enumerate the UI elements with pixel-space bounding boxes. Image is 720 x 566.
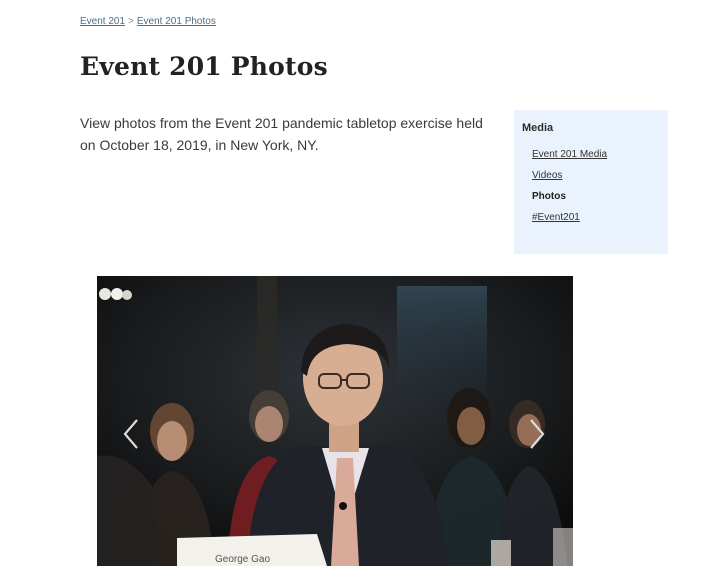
breadcrumb: Event 201 > Event 201 Photos [80, 16, 216, 27]
media-sidebar-list: Event 201 Media Videos Photos #Event201 [522, 144, 660, 228]
nameplate-text: George Gao [215, 554, 270, 565]
carousel-next-button[interactable] [525, 416, 549, 452]
media-link-event201-hashtag[interactable]: #Event201 [532, 212, 580, 223]
media-link-event-201-media[interactable]: Event 201 Media [532, 149, 607, 160]
photo-carousel[interactable]: George Gao [97, 276, 573, 566]
media-link-photos[interactable]: Photos [532, 191, 566, 202]
media-sidebar-item: Videos [532, 165, 660, 186]
media-link-videos[interactable]: Videos [532, 170, 562, 181]
media-sidebar-title: Media [522, 122, 554, 134]
media-sidebar-item: #Event201 [532, 207, 660, 228]
media-sidebar-item: Photos [532, 186, 660, 207]
breadcrumb-separator: > [128, 16, 134, 27]
chevron-right-icon [530, 419, 545, 449]
media-sidebar: Media Event 201 Media Videos Photos #Eve… [514, 110, 668, 254]
intro-text: View photos from the Event 201 pandemic … [80, 115, 483, 153]
breadcrumb-link-event-201-photos[interactable]: Event 201 Photos [137, 16, 216, 27]
name-placard: George Gao [177, 534, 327, 566]
page: Event 201 > Event 201 Photos Event 201 Pho… [0, 0, 720, 566]
media-sidebar-item: Event 201 Media [532, 144, 660, 165]
chevron-left-icon [123, 419, 138, 449]
page-title: Event 201 Photos [80, 52, 328, 81]
carousel-prev-button[interactable] [119, 416, 143, 452]
carousel-photo: George Gao [97, 276, 573, 566]
breadcrumb-link-event-201[interactable]: Event 201 [80, 16, 125, 27]
